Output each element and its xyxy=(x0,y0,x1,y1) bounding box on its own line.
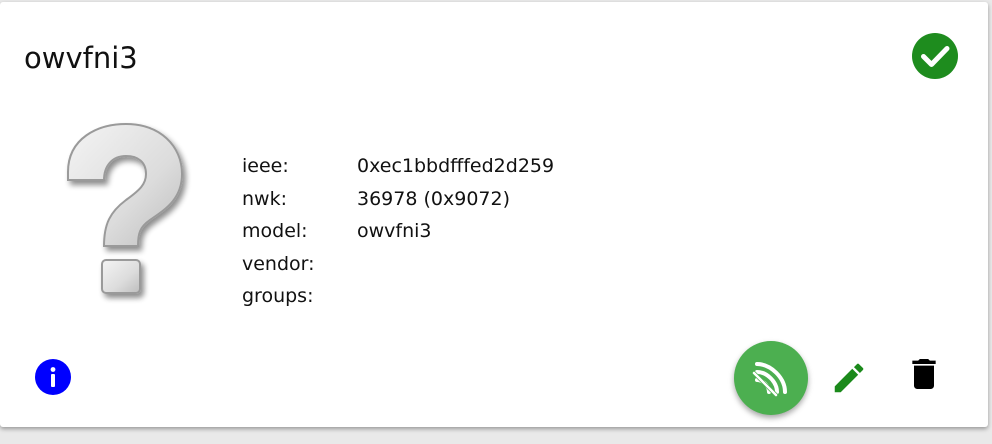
trash-icon[interactable] xyxy=(904,354,944,394)
detail-key: ieee: xyxy=(242,155,289,177)
signal-button[interactable] xyxy=(734,341,808,415)
detail-key: groups: xyxy=(242,285,314,307)
question-mark-icon xyxy=(67,122,184,294)
device-card: owvfni3 ieee: 0xec1bbdfffed2d259 nwk: 36… xyxy=(0,2,988,427)
detail-key: nwk: xyxy=(242,187,287,210)
detail-row-vendor: vendor: xyxy=(242,248,554,281)
device-details: ieee: 0xec1bbdfffed2d259 nwk: 36978 (0x9… xyxy=(242,150,554,313)
detail-value: 0xec1bbdfffed2d259 xyxy=(357,155,555,177)
detail-key: model: xyxy=(242,220,308,242)
detail-key: vendor: xyxy=(242,252,315,275)
detail-row-nwk: nwk: 36978 (0x9072) xyxy=(242,183,554,216)
device-title: owvfni3 xyxy=(24,41,138,75)
info-icon[interactable] xyxy=(35,359,71,395)
pencil-icon[interactable] xyxy=(830,359,868,397)
detail-row-model: model: owvfni3 xyxy=(242,215,554,248)
wifi-signal-icon xyxy=(751,362,787,398)
detail-row-groups: groups: xyxy=(242,280,554,313)
detail-row-ieee: ieee: 0xec1bbdfffed2d259 xyxy=(242,150,554,183)
detail-value: owvfni3 xyxy=(357,220,432,242)
detail-value: 36978 (0x9072) xyxy=(357,187,510,210)
check-circle-icon xyxy=(912,33,958,79)
